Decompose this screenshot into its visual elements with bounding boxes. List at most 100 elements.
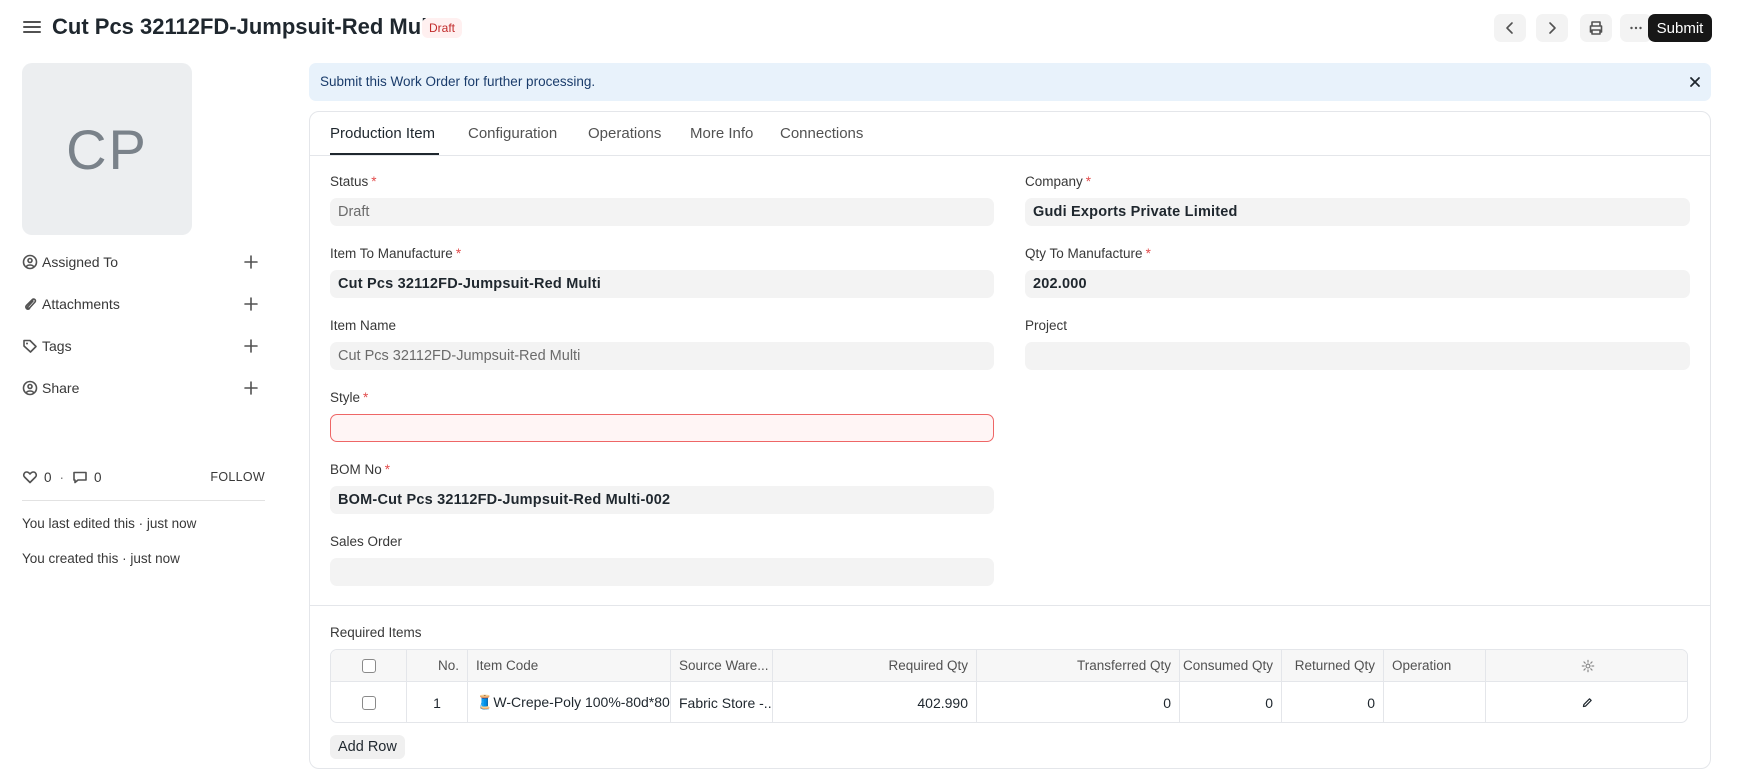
previous-doc-button[interactable] [1494,14,1526,42]
required-items-table: No. Item Code Source Ware... Required Qt… [330,649,1688,723]
item-name-field: Cut Pcs 32112FD-Jumpsuit-Red Multi [330,342,994,370]
tab-bar: Production Item Configuration Operations… [310,112,1710,156]
tab-configuration[interactable]: Configuration [468,125,557,142]
select-all-cell [331,650,407,681]
required-items-title: Required Items [330,625,422,640]
chevron-left-icon [1506,22,1513,34]
row-edit-cell [1486,682,1687,722]
active-tab-indicator [330,153,439,155]
activity-last-edited: You last edited this · just now [22,516,197,531]
printer-icon [1589,21,1603,35]
assign-icon [22,254,38,270]
style-field[interactable] [330,414,994,442]
edit-icon[interactable] [1581,696,1594,709]
sidebar-divider [22,500,265,501]
avatar[interactable]: CP [22,63,192,235]
qty-to-manufacture-field[interactable]: 202.000 [1025,270,1690,298]
more-icon [1630,26,1642,30]
style-label: Style * [330,390,369,405]
section-divider [310,605,1710,606]
column-source-warehouse: Source Ware... [671,650,773,681]
sales-order-label: Sales Order [330,534,403,549]
item-to-manufacture-label: Item To Manufacture * [330,246,462,261]
column-item-code: Item Code [468,650,671,681]
sidebar-item-label: Attachments [42,296,120,312]
tab-connections[interactable]: Connections [780,125,863,142]
sidebar-item-share[interactable]: Share [22,376,265,400]
likes-count: 0 [44,469,52,485]
status-badge: Draft [422,18,463,38]
follow-button[interactable]: FOLLOW [210,470,265,484]
row-item-code[interactable]: 🧵W-Crepe-Poly 100%-80d*80... [468,682,671,722]
column-consumed-qty: Consumed Qty [1180,650,1282,681]
column-required-qty: Required Qty [773,650,977,681]
comments-count: 0 [94,469,102,485]
form-card: Production Item Configuration Operations… [309,111,1711,769]
row-source-warehouse[interactable]: Fabric Store -... [671,682,773,722]
close-icon[interactable] [1687,74,1703,90]
page-header: Cut Pcs 32112FD-Jumpsuit-Red Multi Draft… [0,0,1742,56]
bom-no-label: BOM No * [330,462,391,477]
select-all-checkbox[interactable] [361,658,376,673]
row-operation[interactable] [1384,682,1486,722]
table-header: No. Item Code Source Ware... Required Qt… [331,650,1687,682]
page-title: Cut Pcs 32112FD-Jumpsuit-Red Multi [52,14,441,39]
item-name-label: Item Name [330,318,397,333]
row-checkbox[interactable] [361,695,376,710]
comment-icon [73,471,87,484]
share-icon [22,380,38,396]
add-share-icon[interactable] [243,380,259,396]
add-assignee-icon[interactable] [243,254,259,270]
sidebar-item-attachments[interactable]: Attachments [22,292,265,316]
tab-production-item[interactable]: Production Item [330,125,435,142]
row-required-qty[interactable]: 402.990 [773,682,977,722]
company-field[interactable]: Gudi Exports Private Limited [1025,198,1690,226]
chevron-right-icon [1549,22,1556,34]
paperclip-icon [22,296,38,312]
add-attachment-icon[interactable] [243,296,259,312]
column-settings [1486,650,1687,681]
engagement-stats: 0 · 0 FOLLOW [22,466,265,488]
column-operation: Operation [1384,650,1486,681]
project-label: Project [1025,318,1068,333]
sidebar-item-tags[interactable]: Tags [22,334,265,358]
sidebar-item-label: Assigned To [42,254,119,270]
column-transferred-qty: Transferred Qty [977,650,1180,681]
status-label: Status * [330,174,377,189]
add-tag-icon[interactable] [243,338,259,354]
heart-icon [22,471,38,484]
sidebar-item-label: Share [42,380,80,396]
row-transferred-qty[interactable]: 0 [977,682,1180,722]
row-no: 1 [407,682,468,722]
column-returned-qty: Returned Qty [1282,650,1384,681]
column-no: No. [407,650,468,681]
sales-order-field[interactable] [330,558,994,586]
project-field[interactable] [1025,342,1690,370]
gear-icon[interactable] [1581,659,1595,673]
item-to-manufacture-field[interactable]: Cut Pcs 32112FD-Jumpsuit-Red Multi [330,270,994,298]
menu-icon[interactable] [22,18,42,38]
alert-message: Submit this Work Order for further proce… [320,74,596,89]
info-alert: Submit this Work Order for further proce… [309,63,1711,101]
table-row[interactable]: 1 🧵W-Crepe-Poly 100%-80d*80... Fabric St… [331,682,1687,722]
tab-more-info[interactable]: More Info [690,125,753,142]
activity-created: You created this · just now [22,551,180,566]
print-button[interactable] [1580,14,1612,42]
row-consumed-qty[interactable]: 0 [1180,682,1282,722]
bom-no-field[interactable]: BOM-Cut Pcs 32112FD-Jumpsuit-Red Multi-0… [330,486,994,514]
likes[interactable]: 0 [22,469,52,485]
company-label: Company * [1025,174,1092,189]
comments[interactable]: 0 [72,469,102,485]
status-field: Draft [330,198,994,226]
tag-icon [22,338,38,354]
row-returned-qty[interactable]: 0 [1282,682,1384,722]
add-row-button[interactable]: Add Row [330,735,405,759]
sidebar-item-label: Tags [42,338,72,354]
qty-to-manufacture-label: Qty To Manufacture * [1025,246,1151,261]
separator-dot: · [59,469,65,485]
submit-button[interactable]: Submit [1648,14,1712,42]
tab-operations[interactable]: Operations [588,125,661,142]
row-select-cell [331,682,407,722]
next-doc-button[interactable] [1536,14,1568,42]
sidebar-item-assigned-to[interactable]: Assigned To [22,250,265,274]
